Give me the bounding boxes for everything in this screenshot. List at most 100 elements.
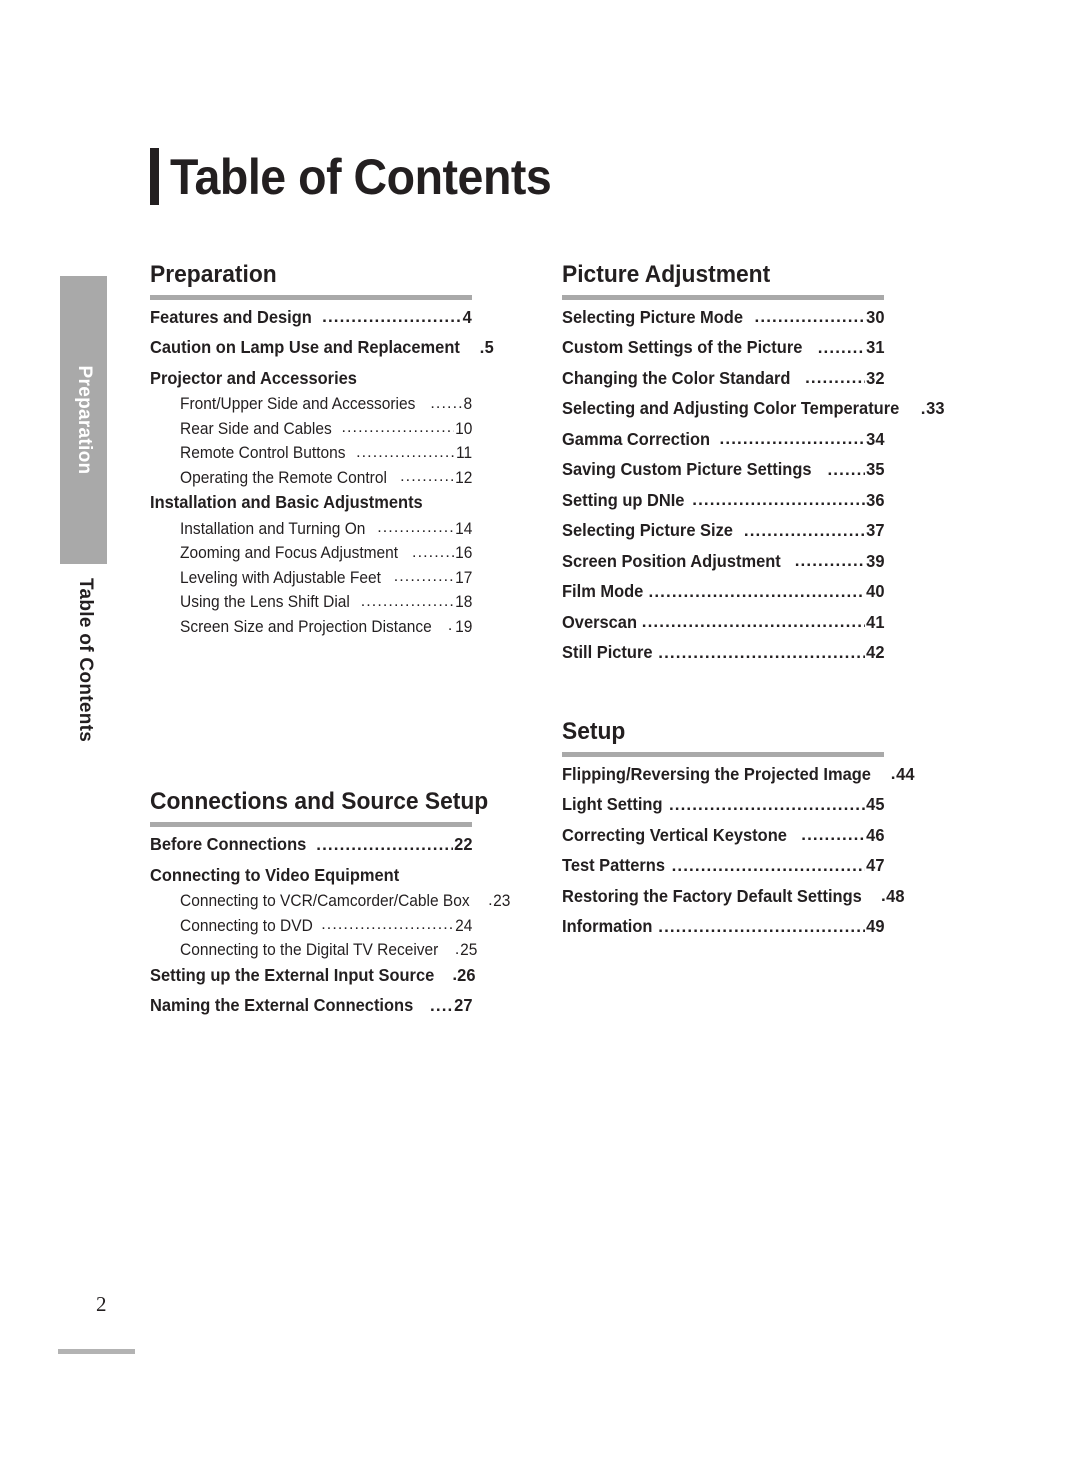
toc-entry-remote-control-buttons[interactable]: Remote Control Buttons..................…	[150, 445, 472, 462]
toc-entry-using-the-lens-shift-dial[interactable]: Using the Lens Shift Dial...............…	[150, 594, 472, 611]
toc-entry-before-connections[interactable]: Before Connections......................…	[150, 836, 472, 854]
toc-entry-leader: ........................................…	[658, 643, 864, 661]
toc-entry-leader: ........................................…	[455, 942, 459, 958]
toc-entry-page: 36	[865, 489, 884, 510]
sidebar: Preparation Table of Contents	[0, 0, 150, 1474]
sidebar-chapter-tab-label: Preparation	[73, 365, 95, 475]
toc-entry-page: 26	[457, 964, 476, 985]
toc-entry-correcting-vertical-keystone[interactable]: Correcting Vertical Keystone............…	[562, 824, 884, 845]
toc-section-rule	[562, 751, 884, 757]
toc-entry-caution-on-lamp-use-and-replacement[interactable]: Caution on Lamp Use and Replacement.....…	[150, 339, 493, 357]
toc-entry-still-picture[interactable]: Still Picture...........................…	[562, 644, 884, 662]
toc-entry-page: 44	[895, 763, 915, 784]
toc-entry-overscan[interactable]: Overscan................................…	[562, 613, 884, 632]
toc-entry-leader: ........................................…	[321, 917, 453, 934]
toc-entry-custom-settings-of-the-picture[interactable]: Custom Settings of the Picture..........…	[562, 339, 884, 357]
toc-entry-title: Before Connections	[150, 834, 307, 855]
toc-entry-connecting-to-vcr-camcorder-cable-box[interactable]: Connecting to VCR/Camcorder/Cable Box...…	[150, 893, 511, 910]
toc-entry-page: 24	[454, 916, 472, 935]
toc-entry-title: Installation and Basic Adjustments	[150, 492, 423, 513]
toc-entry-connecting-to-video-equipment[interactable]: Connecting to Video Equipment	[150, 864, 472, 885]
toc-entry-selecting-picture-mode[interactable]: Selecting Picture Mode..................…	[562, 306, 884, 327]
toc-entry-title: Selecting and Adjusting Color Temperatur…	[562, 398, 900, 419]
toc-section-title: Setup	[562, 717, 626, 745]
toc-entry-page: 45	[865, 794, 884, 815]
toc-entry-title: Leveling with Adjustable Feet	[180, 568, 381, 587]
toc-entry-naming-the-external-connections[interactable]: Naming the External Connections.........…	[150, 997, 472, 1015]
toc-entry-title: Connecting to DVD	[180, 916, 313, 935]
toc-entry-flipping-reversing-the-projected-image[interactable]: Flipping/Reversing the Projected Image..…	[562, 765, 914, 784]
toc-entry-selecting-picture-size[interactable]: Selecting Picture Size..................…	[562, 522, 884, 540]
toc-entry-front-upper-side-and-accessories[interactable]: Front/Upper Side and Accessories........…	[150, 396, 472, 413]
toc-entry-page: 34	[865, 428, 884, 449]
toc-entry-projector-and-accessories[interactable]: Projector and Accessories	[150, 367, 472, 388]
toc-entry-page: 27	[453, 995, 472, 1016]
toc-entry-leader: ........................................…	[447, 618, 454, 635]
sidebar-chapter-tab: Preparation	[60, 276, 107, 564]
toc-entry-leveling-with-adjustable-feet[interactable]: Leveling with Adjustable Feet...........…	[150, 568, 472, 587]
toc-section-rule	[562, 294, 884, 300]
toc-entry-screen-position-adjustment[interactable]: Screen Position Adjustment..............…	[562, 552, 884, 571]
toc-entry-title: Naming the External Connections	[150, 995, 414, 1016]
toc-entry-page: 30	[865, 306, 884, 327]
toc-entry-title: Features and Design	[150, 306, 312, 327]
toc-entry-saving-custom-picture-settings[interactable]: Saving Custom Picture Settings..........…	[562, 461, 884, 479]
toc-entry-title: Film Mode	[562, 581, 644, 602]
toc-entry-restoring-the-factory-default-settings[interactable]: Restoring the Factory Default Settings..…	[562, 887, 904, 906]
toc-entry-title: Connecting to Video Equipment	[150, 864, 400, 885]
toc-entry-title: Information	[562, 916, 653, 937]
toc-entry-gamma-correction[interactable]: Gamma Correction........................…	[562, 428, 884, 449]
toc-entry-leader: ........................................…	[393, 569, 454, 586]
toc-entry-page: 46	[865, 824, 884, 845]
toc-entry-features-and-design[interactable]: Features and Design.....................…	[150, 306, 472, 327]
toc-entry-screen-size-and-projection-distance[interactable]: Screen Size and Projection Distance.....…	[150, 618, 472, 636]
toc-entry-leader: ........................................…	[658, 917, 864, 935]
toc-entry-rear-side-and-cables[interactable]: Rear Side and Cables....................…	[150, 420, 472, 438]
toc-entry-title: Remote Control Buttons	[180, 444, 346, 463]
toc-entry-page: 32	[865, 367, 884, 388]
toc-entry-installation-and-turning-on[interactable]: Installation and Turning On.............…	[150, 519, 472, 538]
toc-entry-connecting-to-dvd[interactable]: Connecting to DVD.......................…	[150, 916, 472, 935]
toc-entry-leader: ........................................…	[400, 469, 454, 486]
toc-entry-title: Projector and Accessories	[150, 367, 357, 388]
toc-entry-leader: ........................................…	[891, 765, 895, 782]
toc-entry-selecting-and-adjusting-color-temperature[interactable]: Selecting and Adjusting Color Temperatur…	[562, 400, 944, 418]
toc-entry-leader: ........................................…	[801, 826, 865, 844]
toc-entry-title: Gamma Correction	[562, 428, 711, 449]
toc-entry-connecting-to-the-digital-tv-receiver[interactable]: Connecting to the Digital TV Receiver...…	[150, 942, 477, 959]
toc-section-connections-and-source-setup: Connections and Source Setup Before Conne…	[150, 788, 511, 1015]
toc-entry-operating-the-remote-control[interactable]: Operating the Remote Control............…	[150, 468, 472, 487]
toc-entry-page: 49	[865, 916, 884, 937]
toc-entry-page: 48	[886, 885, 905, 906]
toc-entry-leader: ........................................…	[322, 308, 462, 326]
toc-entry-title: Zooming and Focus Adjustment	[180, 544, 399, 563]
toc-column-right: Picture Adjustment Selecting Picture Mode…	[562, 261, 944, 949]
toc-entry-title: Setting up the External Input Source	[150, 964, 435, 985]
toc-entry-leader: ........................................…	[648, 582, 865, 600]
toc-entry-light-setting[interactable]: Light Setting...........................…	[562, 796, 884, 814]
toc-section-rule	[150, 294, 472, 300]
toc-entry-setting-up-the-external-input-source[interactable]: Setting up the External Input Source....…	[150, 964, 476, 985]
toc-entry-title: Light Setting	[562, 794, 663, 815]
toc-section-title: Connections and Source Setup	[150, 788, 489, 816]
toc-entry-film-mode[interactable]: Film Mode...............................…	[562, 583, 884, 601]
toc-entry-setting-up-dnie[interactable]: Setting up DNIe.........................…	[562, 489, 884, 510]
toc-entry-changing-the-color-standard[interactable]: Changing the Color Standard.............…	[562, 367, 884, 388]
page-title: Table of Contents	[170, 148, 552, 205]
toc-entry-leader: ........................................…	[488, 893, 492, 909]
toc-entry-installation-and-basic-adjustments[interactable]: Installation and Basic Adjustments	[150, 494, 472, 512]
toc-section-title: Picture Adjustment	[562, 261, 771, 288]
toc-entry-page: 12	[454, 468, 472, 487]
toc-section-picture-adjustment: Picture Adjustment Selecting Picture Mode…	[562, 261, 944, 662]
toc-entry-leader: ........................................…	[430, 395, 462, 412]
toc-entry-zooming-and-focus-adjustment[interactable]: Zooming and Focus Adjustment............…	[150, 545, 472, 562]
toc-entry-leader: ........................................…	[341, 420, 453, 437]
toc-entry-title: Changing the Color Standard	[562, 367, 791, 388]
toc-entry-page: 33	[925, 398, 945, 419]
toc-entry-page: 14	[454, 519, 472, 538]
toc-entry-title: Custom Settings of the Picture	[562, 337, 803, 358]
toc-entry-title: Using the Lens Shift Dial	[180, 593, 350, 612]
toc-entry-information[interactable]: Information.............................…	[562, 918, 884, 936]
toc-entry-test-patterns[interactable]: Test Patterns...........................…	[562, 857, 884, 875]
toc-section-rule	[150, 822, 472, 828]
